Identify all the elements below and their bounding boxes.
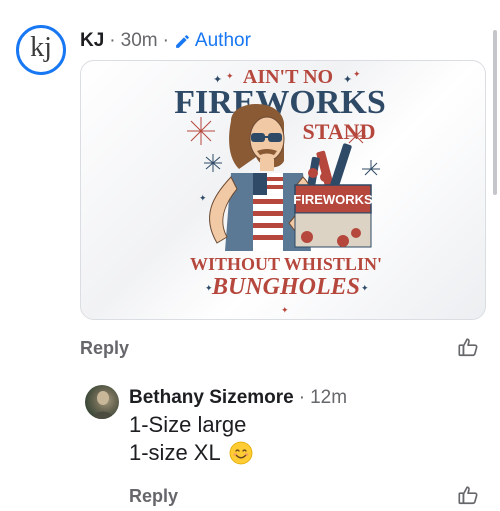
reply-text-line-1: 1-Size large (129, 412, 247, 437)
svg-text:✦: ✦ (361, 284, 369, 294)
separator-dot: · (162, 30, 169, 51)
reply-timestamp[interactable]: 12m (310, 387, 347, 409)
svg-text:✦: ✦ (281, 306, 289, 316)
thumbs-up-icon (458, 486, 478, 505)
reply-button[interactable]: Reply (129, 486, 178, 507)
svg-text:✦: ✦ (226, 72, 234, 82)
reply-text-line-2: 1-size XL (129, 440, 253, 466)
profile-photo (93, 391, 113, 419)
design-line-3: STAND (303, 119, 376, 144)
scrollbar[interactable] (493, 30, 497, 195)
author-badge: Author (174, 30, 251, 52)
reply-avatar[interactable] (85, 385, 119, 419)
pencil-icon (176, 34, 189, 48)
separator-dot: · (298, 387, 306, 408)
design-stand-sign: FIREWORKS (293, 192, 373, 207)
smiling-face-icon (229, 441, 253, 465)
comment-meta: KJ · 30m · Author (80, 28, 251, 54)
design-line-5: BUNGHOLES (211, 274, 360, 300)
design-line-4: WITHOUT WHISTLIN' (190, 254, 382, 274)
separator-dot: · (109, 30, 116, 51)
avatar[interactable]: kj (16, 25, 66, 75)
tshirt-design-graphic: ✦ ✦ ✦ ✦ ✦ ✦ ✦ ✦ AIN'T NO FIREWORKS STAND (174, 66, 386, 316)
comment-author-name[interactable]: KJ (80, 30, 104, 52)
reply-text-line-2-content: 1-size XL (129, 440, 221, 465)
author-badge-label: Author (194, 30, 251, 51)
comment-timestamp[interactable]: 30m (121, 30, 158, 52)
thumbs-up-icon (458, 338, 478, 357)
reply-meta: Bethany Sizemore · 12m (129, 386, 347, 410)
reply-button[interactable]: Reply (80, 338, 129, 359)
comment-image[interactable]: ✦ ✦ ✦ ✦ ✦ ✦ ✦ ✦ AIN'T NO FIREWORKS STAND (80, 60, 486, 320)
avatar-monogram: kj (30, 32, 52, 63)
like-button[interactable] (457, 336, 479, 363)
reply-author-name[interactable]: Bethany Sizemore (129, 387, 294, 409)
svg-text:✦: ✦ (353, 70, 361, 80)
svg-text:✦: ✦ (199, 194, 207, 204)
